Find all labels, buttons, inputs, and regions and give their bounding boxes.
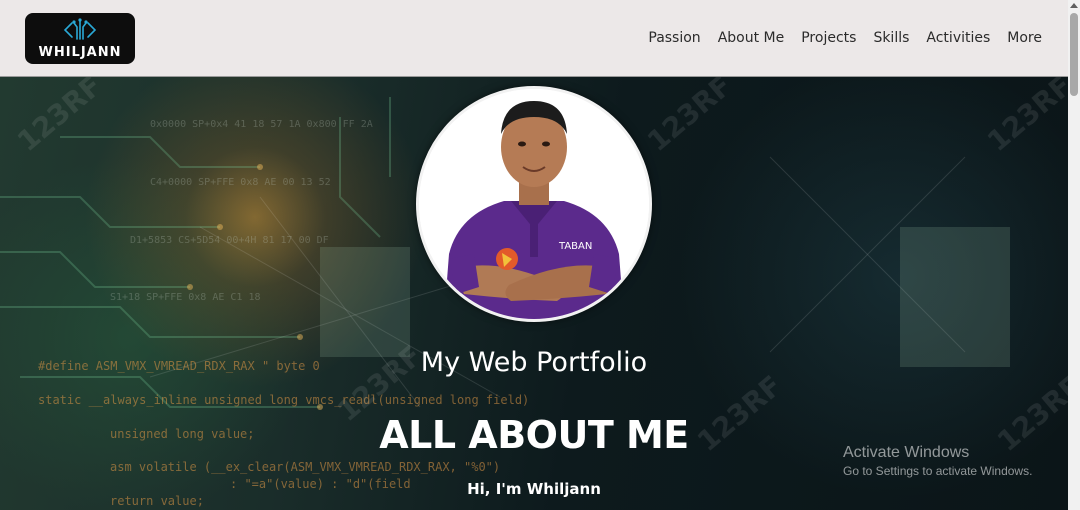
bg-code-line: static __always_inline unsigned long vmc… — [38, 393, 530, 407]
bg-hex-text: C4+0000 SP+FFE 0x8 AE 00 13 52 — [150, 177, 331, 188]
circuit-icon — [63, 17, 97, 40]
nav-link-more[interactable]: More — [1007, 30, 1042, 46]
bg-hex-text: S1+18 SP+FFE 0x8 AE C1 18 — [110, 292, 261, 303]
nav-link-skills[interactable]: Skills — [873, 30, 909, 46]
activate-windows-notice: Activate Windows Go to Settings to activ… — [843, 444, 1032, 478]
nav-link-projects[interactable]: Projects — [801, 30, 856, 46]
nav-link-activities[interactable]: Activities — [926, 30, 990, 46]
svg-text:TABAN: TABAN — [558, 241, 592, 252]
nav-link-about-me[interactable]: About Me — [718, 30, 785, 46]
hero-subtitle: My Web Portfolio — [420, 347, 648, 378]
site-logo[interactable]: WHILJANN — [25, 12, 135, 64]
activate-windows-subtitle: Go to Settings to activate Windows. — [843, 464, 1033, 478]
bg-hex-text: 0x0000 SP+0x4 41 18 57 1A 0x800 FF 2A — [150, 119, 373, 130]
bg-code-line: asm volatile (__ex_clear(ASM_VMX_VMREAD_… — [110, 460, 501, 474]
nav-links: Passion About Me Projects Skills Activit… — [631, 30, 1042, 46]
page-scrollbar[interactable] — [1068, 0, 1080, 510]
logo-text: WHILJANN — [38, 44, 122, 60]
bg-hex-text: D1+5853 CS+5D54 00+4H 81 17 00 DF — [130, 235, 329, 246]
scroll-up-arrow-icon[interactable] — [1070, 3, 1078, 8]
top-navbar: WHILJANN Passion About Me Projects Skill… — [0, 0, 1068, 77]
hero-greeting: Hi, I'm Whiljann — [467, 480, 601, 498]
nav-link-passion[interactable]: Passion — [648, 30, 700, 46]
profile-photo: TABAN — [419, 89, 649, 319]
profile-avatar: TABAN — [416, 86, 652, 322]
activate-windows-title: Activate Windows — [843, 444, 970, 461]
scroll-thumb[interactable] — [1070, 13, 1078, 96]
